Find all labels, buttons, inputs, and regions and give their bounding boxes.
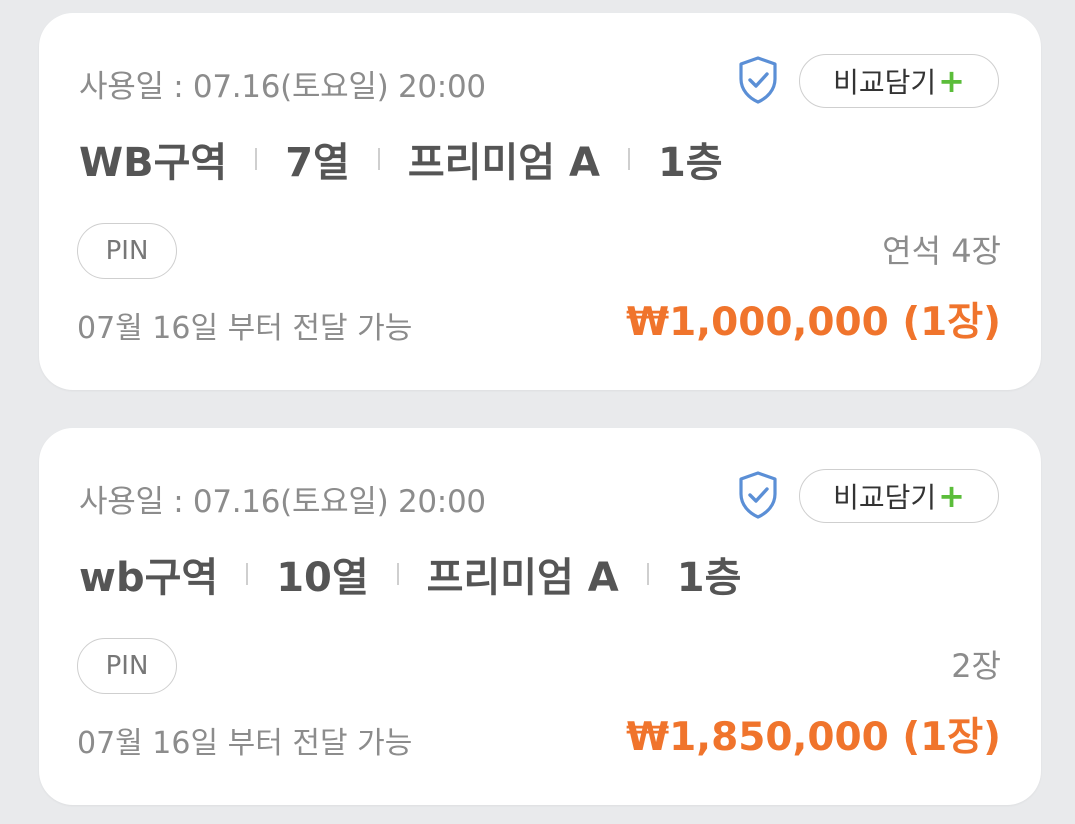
ticket-quantity: 연석 4장 [882,232,1001,270]
plus-icon: + [938,477,965,515]
ticket-quantity: 2장 [951,647,1001,685]
seat-info: wb구역 10열 프리미엄 A 1층 [79,545,741,603]
ticket-price: ₩1,000,000 (1장) [626,300,1001,345]
pin-badge: PIN [77,638,177,694]
divider [396,563,399,585]
seat-row-number: 7열 [285,140,350,186]
delivery-availability: 07월 16일 부터 전달 가능 [77,311,413,346]
seat-floor: 1층 [676,555,742,601]
shield-check-icon [739,471,777,519]
compare-button-label: 비교담기 [833,481,937,514]
divider [377,148,380,170]
seat-section: wb구역 [79,555,219,601]
ticket-listing-card[interactable]: 사용일 : 07.16(토요일) 20:00 비교담기 + WB구역 7열 프리미… [39,13,1041,390]
seat-info: WB구역 7열 프리미엄 A 1층 [79,130,723,188]
compare-add-button[interactable]: 비교담기 + [799,54,999,108]
divider [255,148,258,170]
seat-grade: 프리미엄 A [407,140,600,186]
compare-add-button[interactable]: 비교담기 + [799,469,999,523]
seat-floor: 1층 [657,140,723,186]
shield-check-icon [739,56,777,104]
ticket-price: ₩1,850,000 (1장) [626,715,1001,760]
ticket-listing-card[interactable]: 사용일 : 07.16(토요일) 20:00 비교담기 + wb구역 10열 프리… [39,428,1041,805]
divider [627,148,630,170]
seat-section: WB구역 [79,140,228,186]
use-date: 사용일 : 07.16(토요일) 20:00 [79,484,486,520]
pin-badge: PIN [77,223,177,279]
use-date: 사용일 : 07.16(토요일) 20:00 [79,69,486,105]
delivery-availability: 07월 16일 부터 전달 가능 [77,726,413,761]
seat-row-number: 10열 [276,555,369,601]
divider [646,563,649,585]
compare-button-label: 비교담기 [833,66,937,99]
divider [246,563,249,585]
seat-grade: 프리미엄 A [426,555,619,601]
plus-icon: + [938,62,965,100]
